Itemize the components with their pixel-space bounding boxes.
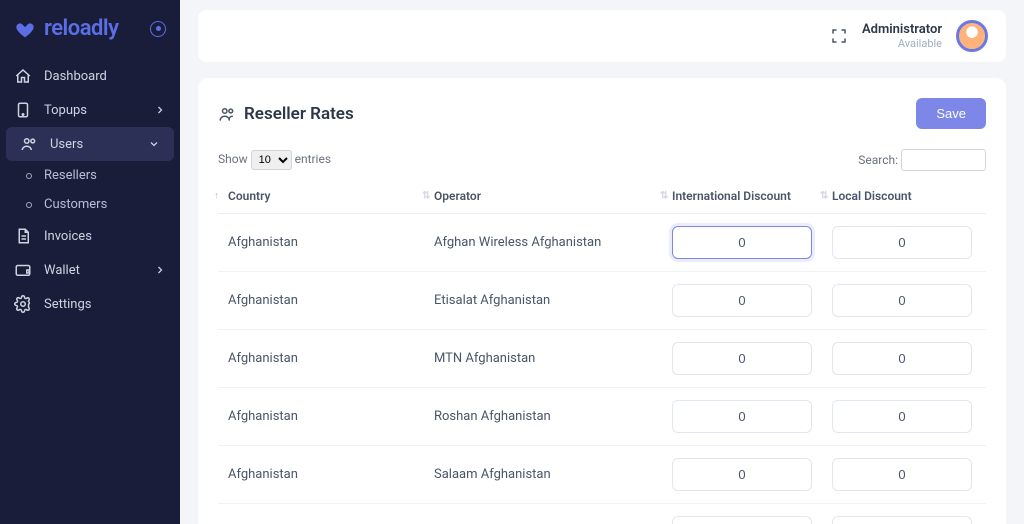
- logo-icon: [14, 18, 36, 40]
- save-button[interactable]: Save: [916, 98, 986, 129]
- table-row: AfghanistanAfghan Wireless Afghanistan: [218, 214, 986, 272]
- local-discount-input[interactable]: [832, 400, 972, 433]
- invoices-icon: [14, 227, 32, 245]
- col-local-discount[interactable]: ⇅Local Discount: [826, 179, 986, 214]
- table-row: AfghanistanEtisalat Afghanistan: [218, 272, 986, 330]
- sidebar-item-settings[interactable]: Settings: [0, 287, 180, 321]
- reseller-rates-card: Reseller Rates Save Show 10 entries Sear…: [198, 78, 1006, 524]
- search-label: Search:: [858, 153, 898, 167]
- brand-badge-icon: [150, 21, 166, 37]
- rates-table: ↑Country ⇅Operator ⇅International Discou…: [218, 179, 986, 524]
- avatar[interactable]: [956, 20, 988, 52]
- cell-operator: Roshan Afghanistan: [428, 388, 666, 446]
- local-discount-input[interactable]: [832, 516, 972, 524]
- dashboard-icon: [14, 67, 32, 85]
- col-country[interactable]: ↑Country: [218, 179, 428, 214]
- page-title-text: Reseller Rates: [244, 104, 354, 124]
- table-row: AfghanistanMTN Afghanistan: [218, 330, 986, 388]
- settings-icon: [14, 295, 32, 313]
- sidebar-item-label: Customers: [44, 197, 107, 212]
- sidebar-item-invoices[interactable]: Invoices: [0, 219, 180, 253]
- user-name: Administrator: [862, 22, 942, 38]
- wallet-icon: [14, 261, 32, 279]
- sidebar-item-label: Dashboard: [44, 69, 107, 84]
- cell-country: Afghanistan: [218, 330, 428, 388]
- sidebar-item-topups[interactable]: Topups: [0, 93, 180, 127]
- fullscreen-icon[interactable]: [830, 27, 848, 45]
- page-title: Reseller Rates: [218, 104, 354, 124]
- table-row: AfghanistanRoshan Afghanistan: [218, 388, 986, 446]
- user-menu[interactable]: Administrator Available: [862, 22, 942, 51]
- cell-operator: MTN Afghanistan: [428, 330, 666, 388]
- col-intl-discount[interactable]: ⇅International Discount: [666, 179, 826, 214]
- chevron-right-icon: [154, 264, 166, 276]
- page-size-control: Show 10 entries: [218, 150, 331, 170]
- cell-operator: Afghan Wireless Afghanistan: [428, 214, 666, 272]
- local-discount-input[interactable]: [832, 458, 972, 491]
- intl-discount-input[interactable]: [672, 400, 812, 433]
- local-discount-input[interactable]: [832, 226, 972, 259]
- users-icon: [20, 135, 38, 153]
- cell-country: Afghanistan: [218, 272, 428, 330]
- main-content: Administrator Available Reseller Rates S…: [180, 0, 1024, 524]
- search-control: Search:: [858, 149, 986, 171]
- sidebar-item-users[interactable]: Users: [6, 127, 174, 161]
- search-input[interactable]: [901, 149, 986, 171]
- cell-country: Afghanistan: [218, 446, 428, 504]
- topups-icon: [14, 101, 32, 119]
- local-discount-input[interactable]: [832, 342, 972, 375]
- cell-country: Afghanistan: [218, 388, 428, 446]
- intl-discount-input[interactable]: [672, 226, 812, 259]
- sidebar-item-dashboard[interactable]: Dashboard: [0, 59, 180, 93]
- cell-operator: Vodafone Albania: [428, 504, 666, 524]
- dot-icon: [26, 173, 32, 179]
- page-size-select[interactable]: 10: [251, 150, 292, 170]
- topbar: Administrator Available: [198, 10, 1006, 62]
- cell-operator: Salaam Afghanistan: [428, 446, 666, 504]
- table-row: AlbaniaVodafone Albania: [218, 504, 986, 524]
- users-icon: [218, 105, 236, 123]
- sidebar-item-label: Resellers: [44, 168, 97, 183]
- show-label-pre: Show: [218, 152, 248, 166]
- sidebar-item-label: Wallet: [44, 263, 80, 278]
- brand-logo[interactable]: reloadly: [0, 10, 180, 59]
- table-row: AfghanistanSalaam Afghanistan: [218, 446, 986, 504]
- sidebar-sub-resellers[interactable]: Resellers: [0, 161, 180, 190]
- intl-discount-input[interactable]: [672, 458, 812, 491]
- sidebar-item-label: Users: [50, 137, 83, 152]
- intl-discount-input[interactable]: [672, 284, 812, 317]
- sidebar-item-label: Invoices: [44, 229, 92, 244]
- col-operator[interactable]: ⇅Operator: [428, 179, 666, 214]
- cell-country: Afghanistan: [218, 214, 428, 272]
- local-discount-input[interactable]: [832, 284, 972, 317]
- sidebar-item-wallet[interactable]: Wallet: [0, 253, 180, 287]
- sidebar: reloadly Dashboard Topups Users Resellers Cu…: [0, 0, 180, 524]
- show-label-post: entries: [295, 152, 331, 166]
- sidebar-sub-customers[interactable]: Customers: [0, 190, 180, 219]
- chevron-right-icon: [154, 104, 166, 116]
- sidebar-item-label: Topups: [44, 103, 87, 118]
- brand-name: reloadly: [44, 16, 119, 41]
- cell-operator: Etisalat Afghanistan: [428, 272, 666, 330]
- dot-icon: [26, 202, 32, 208]
- sidebar-item-label: Settings: [44, 297, 91, 312]
- cell-country: Albania: [218, 504, 428, 524]
- chevron-down-icon: [148, 138, 160, 150]
- user-status: Available: [862, 37, 942, 50]
- intl-discount-input[interactable]: [672, 516, 812, 524]
- intl-discount-input[interactable]: [672, 342, 812, 375]
